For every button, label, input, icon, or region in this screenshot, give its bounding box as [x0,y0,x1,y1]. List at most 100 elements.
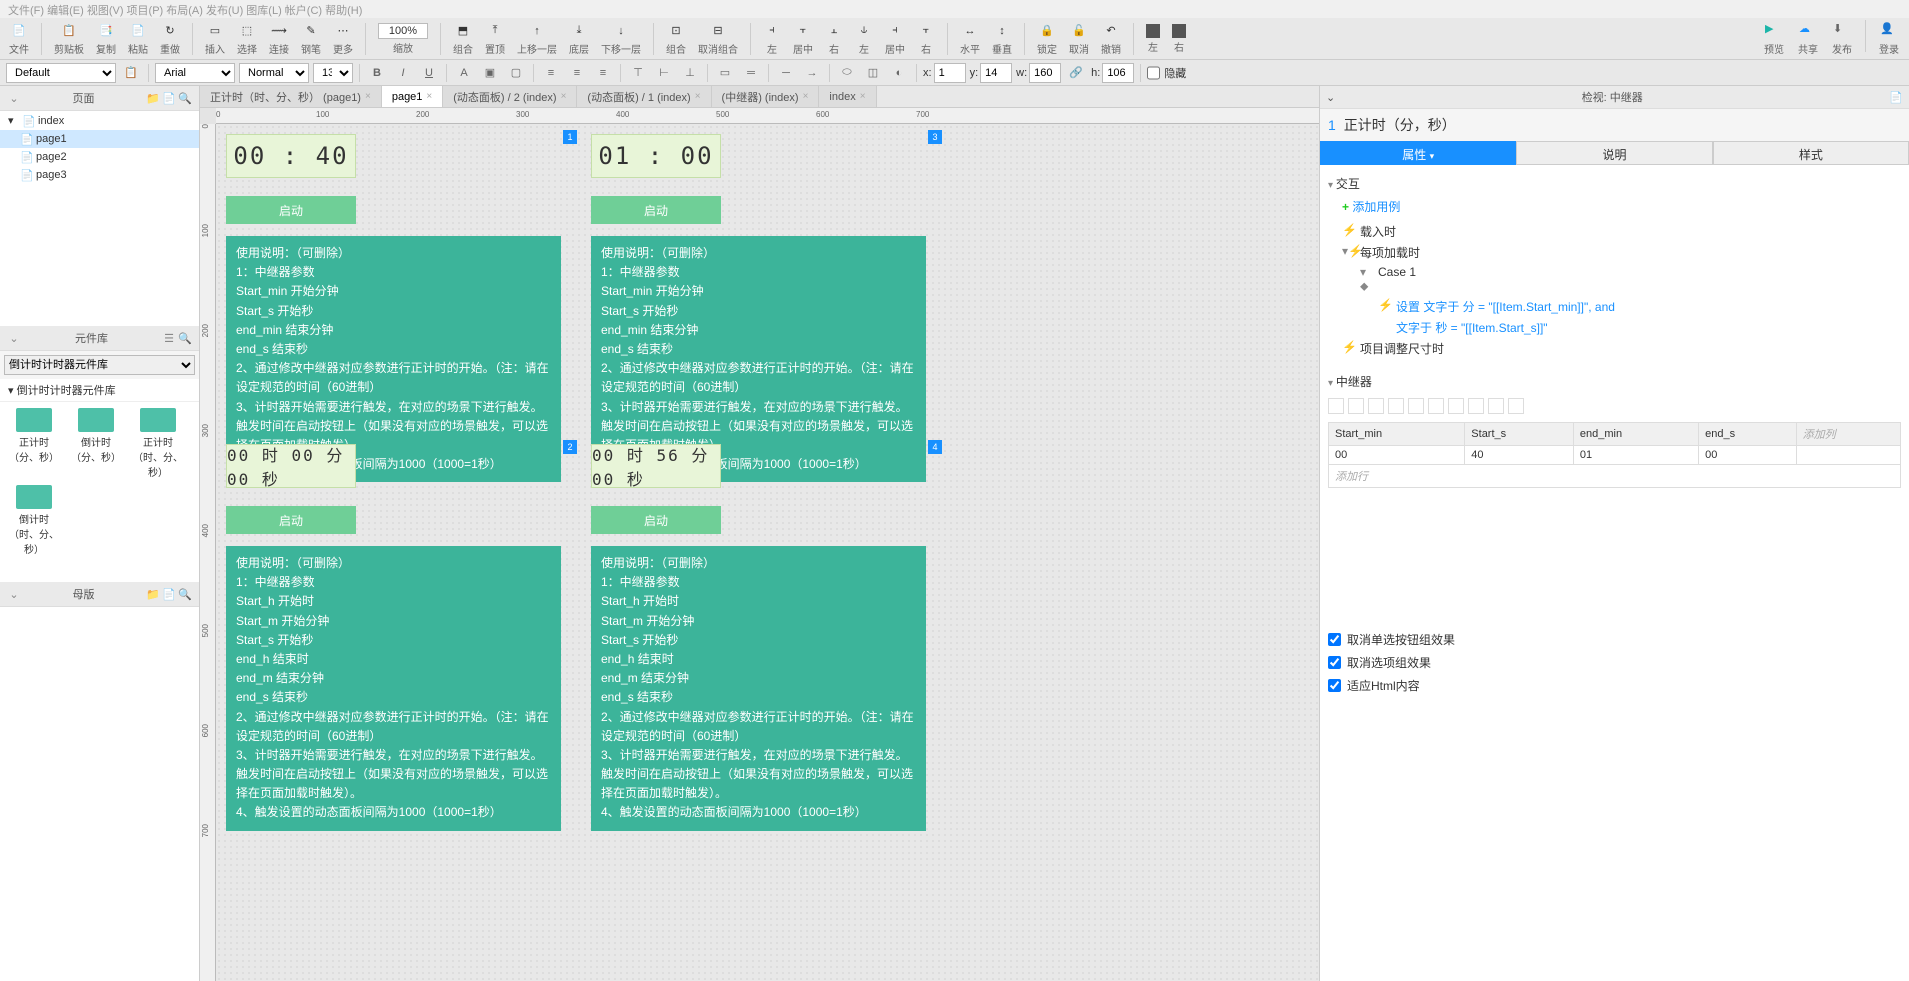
style-copy-icon[interactable]: 📋 [120,63,142,83]
lib-item[interactable]: 倒计时（分、秒） [68,408,124,479]
rep-tool-icon[interactable] [1428,398,1444,414]
tb-pen[interactable]: ✎钢笔 [298,22,324,56]
tb-more[interactable]: ⋯更多 [330,22,356,56]
tb-ungroup[interactable]: ⊟取消组合 [695,22,741,56]
tab[interactable]: page1× [382,86,443,107]
tab[interactable]: (动态面板) / 1 (index)× [577,86,711,107]
tb-group1[interactable]: ⬒组合 [450,22,476,56]
lib-menu-icon[interactable]: ☰ [162,331,176,345]
search-icon[interactable]: 🔍 [178,91,192,105]
tb-dist-h[interactable]: ↔水平 [957,22,983,56]
rep-tool-icon[interactable] [1388,398,1404,414]
add-folder-icon[interactable]: 📁 [146,587,160,601]
line-style-button[interactable]: ─ [775,63,797,83]
repeater-table[interactable]: Start_min Start_s end_min end_s 添加列 00 4… [1328,422,1901,488]
close-icon[interactable]: × [426,91,432,102]
x-input[interactable] [934,63,966,83]
tree-page3[interactable]: 📄page3 [0,166,199,184]
timer-display[interactable]: 00 时 00 分 00 秒 [226,444,356,488]
rep-tool-icon[interactable] [1348,398,1364,414]
rep-tool-icon[interactable] [1508,398,1524,414]
border-style-button[interactable]: ▭ [714,63,736,83]
valign-top-button[interactable]: ⊤ [627,63,649,83]
timer-display[interactable]: 01 : 00 [591,134,721,178]
tab[interactable]: (中继器) (index)× [712,86,820,107]
rep-tool-icon[interactable] [1368,398,1384,414]
collapse-icon[interactable]: ⌄ [7,331,21,345]
collapse-icon[interactable]: ⌄ [7,587,21,601]
tab[interactable]: 正计时（时、分、秒） (page1)× [200,86,382,107]
timer-display[interactable]: 00 : 40 [226,134,356,178]
check-fit-html[interactable] [1328,679,1341,692]
bold-button[interactable]: B [366,63,388,83]
lib-item[interactable]: 正计时（分、秒） [6,408,62,479]
align-center-button[interactable]: ≡ [566,63,588,83]
align-right-button[interactable]: ≡ [592,63,614,83]
size-select[interactable]: 13 [313,63,353,83]
rep-tool-icon[interactable] [1408,398,1424,414]
section-repeater[interactable]: 中继器 [1328,369,1901,394]
align-left-button[interactable]: ≡ [540,63,562,83]
login-button[interactable]: 👤登录 [1875,20,1903,58]
library-select[interactable]: 倒计时计时器元件库 [4,355,195,375]
fill-color-button[interactable]: ▣ [479,63,501,83]
underline-button[interactable]: U [418,63,440,83]
event-case[interactable]: ▾ ⬥Case 1 [1342,263,1901,296]
collapse-icon[interactable]: ⌄ [7,91,21,105]
h-input[interactable] [1102,63,1134,83]
add-case-link[interactable]: 添加用例 [1328,196,1901,221]
tb-group2[interactable]: ⊡组合 [663,22,689,56]
tab-notes[interactable]: 说明 [1516,141,1712,165]
tb-bottom[interactable]: ⤓底层 [566,22,592,56]
add-folder-icon[interactable]: 📁 [146,91,160,105]
tb-lock[interactable]: 🔒锁定 [1034,22,1060,56]
tb-undo[interactable]: ↶撤销 [1098,22,1124,56]
close-icon[interactable]: × [803,91,809,102]
tb-connect[interactable]: ⟿连接 [266,22,292,56]
tb-insert[interactable]: ▭插入 [202,22,228,56]
tb-up[interactable]: ↑上移一层 [514,22,560,56]
tb-top[interactable]: ⤒置顶 [482,22,508,56]
italic-button[interactable]: I [392,63,414,83]
tb-select[interactable]: ⬚选择 [234,22,260,56]
valign-mid-button[interactable]: ⊢ [653,63,675,83]
widget-timer-2[interactable]: 01 : 00 3 启动 使用说明：（可删除） 1：中继器参数 Start_mi… [591,134,926,482]
widget-timer-1[interactable]: 00 : 40 1 启动 使用说明：（可删除） 1：中继器参数 Start_mi… [226,134,561,482]
tb-al-l[interactable]: ⫞左 [760,22,784,56]
section-interactions[interactable]: 交互 [1328,171,1901,196]
tb-copy[interactable]: 📑复制 [93,22,119,56]
tb-al-m[interactable]: ⫞居中 [882,22,908,56]
tree-page1[interactable]: 📄page1 [0,130,199,148]
tb-pad-r[interactable]: 右 [1169,24,1189,54]
rep-tool-icon[interactable] [1328,398,1344,414]
add-master-icon[interactable]: 📄 [162,587,176,601]
start-button[interactable]: 启动 [591,506,721,534]
border-width-button[interactable]: ═ [740,63,762,83]
share-button[interactable]: ☁共享 [1794,20,1822,58]
tab[interactable]: index× [819,86,876,107]
shadow-button[interactable]: ◫ [862,63,884,83]
tb-file[interactable]: 📄文件 [6,22,32,56]
border-color-button[interactable]: ▢ [505,63,527,83]
widget-timer-3[interactable]: 00 时 00 分 00 秒 2 启动 使用说明：（可删除） 1：中继器参数 S… [226,444,561,831]
tb-dist-v[interactable]: ↕垂直 [989,22,1015,56]
style-select[interactable]: Default [6,63,116,83]
tb-redo[interactable]: ↻重做 [157,22,183,56]
tb-paste[interactable]: 📄粘贴 [125,22,151,56]
event-load[interactable]: ⚡载入时 [1342,221,1901,242]
lib-item[interactable]: 正计时（时、分、秒） [130,408,186,479]
text-color-button[interactable]: A [453,63,475,83]
rep-tool-icon[interactable] [1488,398,1504,414]
tree-root[interactable]: ▾📄index [0,111,199,130]
menubar[interactable]: 文件(F) 编辑(E) 视图(V) 项目(P) 布局(A) 发布(U) 图库(L… [0,0,1909,18]
tb-clipboard[interactable]: 📋剪贴板 [51,22,87,56]
start-button[interactable]: 启动 [591,196,721,224]
arrow-button[interactable]: → [801,63,823,83]
rep-tool-icon[interactable] [1468,398,1484,414]
tb-al-t[interactable]: ⫝左 [852,22,876,56]
library-tree-header[interactable]: ▾ 倒计时计时器元件库 [0,379,199,402]
event-action[interactable]: ⚡设置 文字于 分 = "[[Item.Start_min]]", and [1342,296,1901,317]
w-input[interactable] [1029,63,1061,83]
tab-properties[interactable]: 属性 ▾ [1320,141,1516,165]
collapse-icon[interactable]: ⌄ [1326,91,1335,104]
